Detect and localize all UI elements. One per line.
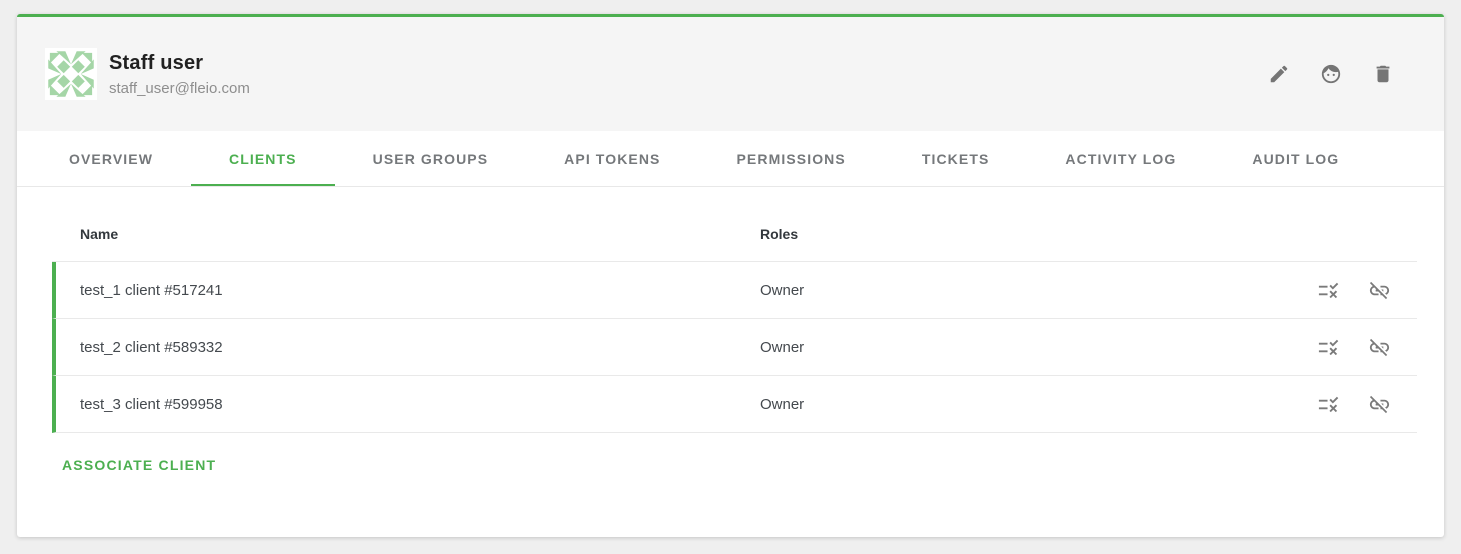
tab-tickets[interactable]: TICKETS <box>884 131 1028 186</box>
client-role: Owner <box>760 282 1317 299</box>
unassociate-client-button[interactable] <box>1368 279 1391 302</box>
client-name: test_1 client #517241 <box>80 282 760 299</box>
client-role: Owner <box>760 339 1317 356</box>
rule-icon <box>1317 404 1340 419</box>
edit-roles-button[interactable] <box>1317 393 1340 416</box>
user-info: Staff user staff_user@fleio.com <box>109 52 250 97</box>
pencil-icon <box>1268 73 1290 88</box>
table-row: test_3 client #599958 Owner <box>52 376 1417 433</box>
table-header-row: Name Roles <box>52 207 1417 262</box>
impersonate-user-button[interactable] <box>1320 63 1342 85</box>
unassociate-client-button[interactable] <box>1368 336 1391 359</box>
column-header-roles: Roles <box>760 226 1417 242</box>
column-header-name: Name <box>80 226 760 242</box>
link-off-icon <box>1368 404 1391 419</box>
header-actions <box>1268 63 1394 85</box>
tab-clients[interactable]: CLIENTS <box>191 131 335 186</box>
tab-activity-log[interactable]: ACTIVITY LOG <box>1027 131 1214 186</box>
edit-roles-button[interactable] <box>1317 336 1340 359</box>
row-actions <box>1317 279 1417 302</box>
page-title: Staff user <box>109 52 250 75</box>
tab-bar: OVERVIEW CLIENTS USER GROUPS API TOKENS … <box>17 131 1444 187</box>
trash-icon <box>1372 73 1394 88</box>
delete-user-button[interactable] <box>1372 63 1394 85</box>
client-role: Owner <box>760 396 1317 413</box>
row-actions <box>1317 393 1417 416</box>
face-icon <box>1320 73 1342 88</box>
client-name: test_3 client #599958 <box>80 396 760 413</box>
user-detail-card: Staff user staff_user@fleio.com OVER <box>17 14 1444 537</box>
user-header: Staff user staff_user@fleio.com <box>17 17 1444 131</box>
tab-overview[interactable]: OVERVIEW <box>31 131 191 186</box>
rule-icon <box>1317 290 1340 305</box>
edit-user-button[interactable] <box>1268 63 1290 85</box>
tab-api-tokens[interactable]: API TOKENS <box>526 131 698 186</box>
tab-permissions[interactable]: PERMISSIONS <box>698 131 883 186</box>
table-row: test_2 client #589332 Owner <box>52 319 1417 376</box>
table-row: test_1 client #517241 Owner <box>52 262 1417 319</box>
rule-icon <box>1317 347 1340 362</box>
user-email: staff_user@fleio.com <box>109 80 250 97</box>
row-actions <box>1317 336 1417 359</box>
link-off-icon <box>1368 290 1391 305</box>
avatar <box>45 48 97 100</box>
clients-table: Name Roles test_1 client #517241 Owner <box>52 207 1417 433</box>
link-off-icon <box>1368 347 1391 362</box>
client-name: test_2 client #589332 <box>80 339 760 356</box>
associate-client-button[interactable]: ASSOCIATE CLIENT <box>62 457 216 473</box>
tab-audit-log[interactable]: AUDIT LOG <box>1214 131 1377 186</box>
unassociate-client-button[interactable] <box>1368 393 1391 416</box>
tab-user-groups[interactable]: USER GROUPS <box>335 131 527 186</box>
edit-roles-button[interactable] <box>1317 279 1340 302</box>
